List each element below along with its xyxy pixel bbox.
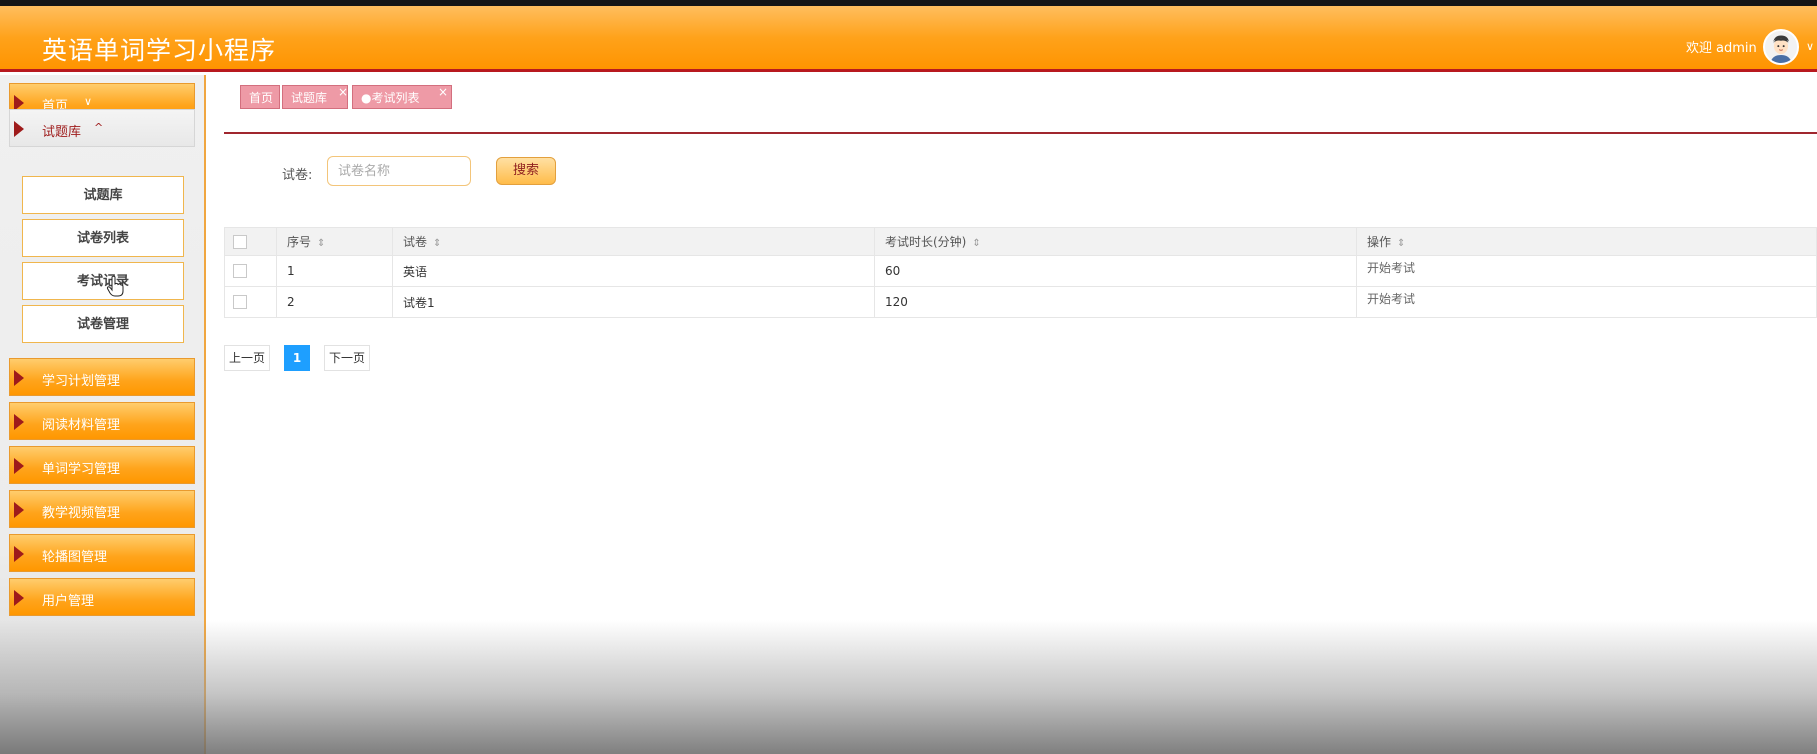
username[interactable]: admin (1716, 41, 1757, 56)
tab-home[interactable]: 首页 (240, 85, 280, 109)
tab-label: 首页 (249, 91, 274, 105)
sidebar-item-label: 轮播图管理 (42, 550, 108, 565)
sort-icon[interactable]: ⇕ (317, 238, 325, 249)
chevron-down-icon: ∨ (84, 95, 93, 108)
chevron-down-icon[interactable]: ∨ (1806, 40, 1814, 53)
column-header-paper[interactable]: 试卷 ⇕ (392, 227, 875, 256)
sidebar-item-label: 教学视频管理 (42, 506, 121, 521)
sidebar-item-label: 单词学习管理 (42, 462, 121, 477)
app-window: 英语单词学习小程序 欢迎 admin ∨ 首页 ∨ 试题库 ^ 试题库 试卷列表… (0, 0, 1817, 754)
caret-right-icon (14, 502, 24, 518)
search-input[interactable] (327, 156, 471, 186)
tab-label: 试题库 (291, 91, 328, 105)
row-checkbox[interactable] (233, 295, 247, 310)
caret-right-icon (14, 370, 24, 386)
sidebar-item-carousel[interactable]: 轮播图管理 (9, 534, 195, 572)
tab-exam-list[interactable]: ●考试列表 × (352, 85, 452, 109)
sidebar-subitem-paper-management[interactable]: 试卷管理 (22, 305, 184, 343)
search-button[interactable]: 搜索 (496, 157, 556, 185)
sidebar-item-teaching-video[interactable]: 教学视频管理 (9, 490, 195, 528)
sidebar-item-question-bank[interactable]: 试题库 ^ (9, 109, 195, 147)
cell-duration: 120 (874, 286, 1357, 318)
caret-right-icon (14, 414, 24, 430)
sort-icon[interactable]: ⇕ (433, 238, 441, 249)
column-header-duration[interactable]: 考试时长(分钟) ⇕ (874, 227, 1357, 256)
caret-right-icon (14, 546, 24, 562)
chevron-up-icon: ^ (94, 121, 104, 134)
sort-icon[interactable]: ⇕ (1397, 238, 1405, 249)
main-content: 首页 试题库 × ●考试列表 × 试卷: 搜索 序号⇕ 试卷⇕ 考试时长(分钟)… (208, 75, 1817, 754)
tab-divider (224, 132, 1817, 134)
cell-index: 2 (276, 286, 393, 318)
sidebar-subitem-exam-records[interactable]: 考试记录 (22, 262, 184, 300)
app-title: 英语单词学习小程序 (42, 36, 277, 65)
sidebar-item-label: 学习计划管理 (42, 374, 121, 389)
table-header-row: 序号 ⇕ 试卷 ⇕ 考试时长(分钟) ⇕ 操作 ⇕ (224, 227, 1817, 256)
top-header: 英语单词学习小程序 欢迎 admin ∨ (0, 0, 1817, 72)
header-top-strip (0, 0, 1817, 6)
avatar[interactable] (1763, 29, 1799, 65)
sidebar: 首页 ∨ 试题库 ^ 试题库 试卷列表 考试记录 试卷管理 学习计划管理 阅读材… (0, 75, 206, 754)
avatar-icon (1765, 31, 1797, 63)
welcome-text: 欢迎 admin (1686, 37, 1761, 56)
exam-table: 序号 ⇕ 试卷 ⇕ 考试时长(分钟) ⇕ 操作 ⇕ 1 英语 60 开始考试 2 试 (224, 227, 1817, 318)
table-row: 2 试卷1 120 开始考试 (224, 286, 1817, 318)
select-all-checkbox[interactable] (233, 234, 247, 249)
cell-index: 1 (276, 255, 393, 287)
start-exam-link[interactable]: 开始考试 (1367, 261, 1415, 275)
caret-right-icon (14, 590, 24, 606)
cell-paper: 英语 (392, 255, 875, 287)
select-all-cell (224, 227, 277, 256)
sidebar-item-study-plan[interactable]: 学习计划管理 (9, 358, 195, 396)
sidebar-item-users[interactable]: 用户管理 (9, 578, 195, 616)
sidebar-item-label: 阅读材料管理 (42, 418, 121, 433)
caret-right-icon (14, 458, 24, 474)
column-header-index[interactable]: 序号 ⇕ (276, 227, 393, 256)
cell-duration: 60 (874, 255, 1357, 287)
sidebar-item-reading-material[interactable]: 阅读材料管理 (9, 402, 195, 440)
column-header-actions[interactable]: 操作 ⇕ (1356, 227, 1817, 256)
close-icon[interactable]: × (338, 80, 348, 104)
tab-label: ●考试列表 (361, 91, 420, 105)
row-select-cell (224, 255, 277, 287)
next-page-button[interactable]: 下一页 (324, 345, 370, 371)
caret-right-icon (14, 121, 24, 137)
cell-paper: 试卷1 (392, 286, 875, 318)
page-number-current[interactable]: 1 (284, 345, 310, 371)
sidebar-subitem-paper-list[interactable]: 试卷列表 (22, 219, 184, 257)
tab-question-bank[interactable]: 试题库 × (282, 85, 348, 109)
prev-page-button[interactable]: 上一页 (224, 345, 270, 371)
sidebar-item-word-study[interactable]: 单词学习管理 (9, 446, 195, 484)
start-exam-link[interactable]: 开始考试 (1367, 292, 1415, 306)
table-row: 1 英语 60 开始考试 (224, 255, 1817, 287)
close-icon[interactable]: × (438, 80, 448, 104)
sidebar-item-label: 用户管理 (42, 594, 95, 609)
cell-actions: 开始考试 (1356, 286, 1817, 318)
row-select-cell (224, 286, 277, 318)
cell-actions: 开始考试 (1356, 255, 1817, 287)
sidebar-item-label: 试题库 (42, 125, 82, 140)
welcome-label: 欢迎 (1686, 41, 1713, 56)
row-checkbox[interactable] (233, 264, 247, 279)
sidebar-subitem-question-bank[interactable]: 试题库 (22, 176, 184, 214)
hand-pointer-icon (106, 275, 124, 297)
search-label: 试卷: (282, 168, 313, 183)
sort-icon[interactable]: ⇕ (972, 238, 980, 249)
